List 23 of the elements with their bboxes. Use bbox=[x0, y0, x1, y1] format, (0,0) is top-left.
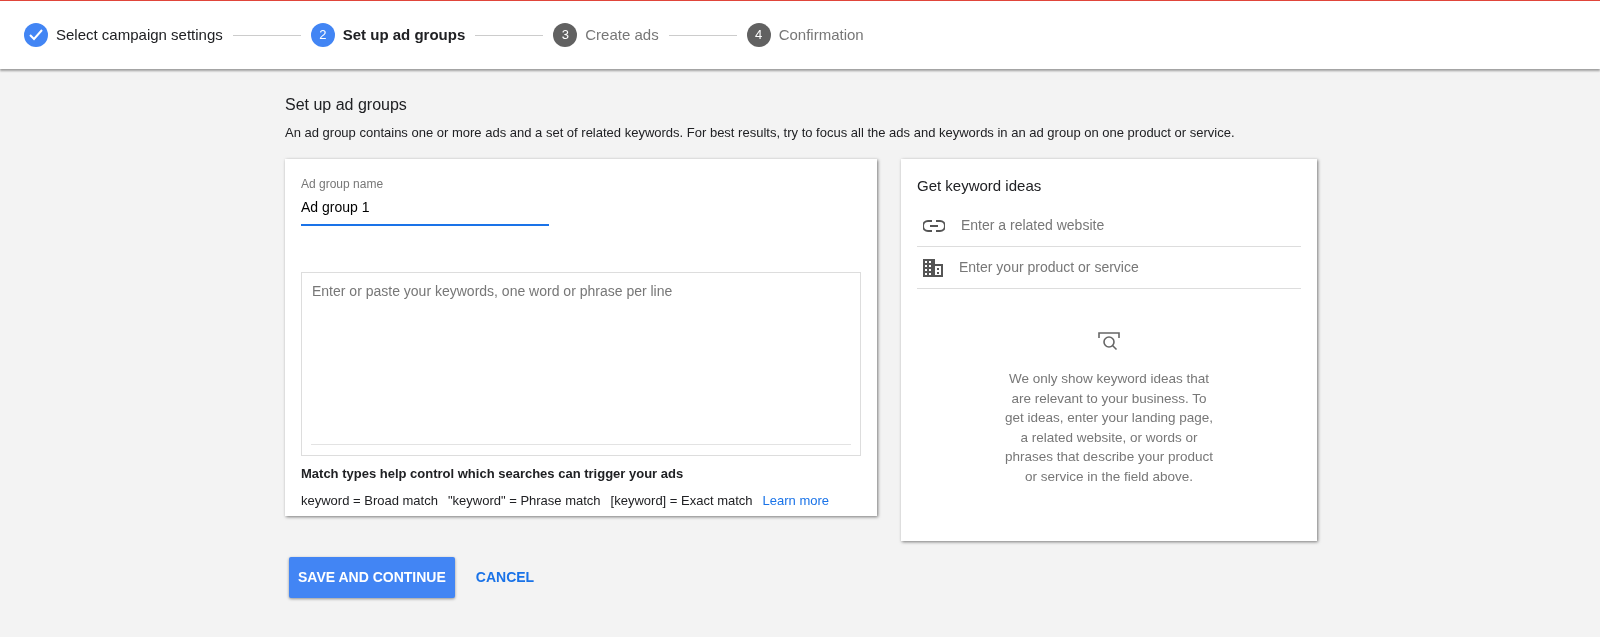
match-type-example: [keyword] = Exact match bbox=[610, 492, 753, 510]
page-title: Set up ad groups bbox=[285, 95, 408, 115]
info-message: We only show keyword ideas that are relevant to your business. To get ideas, enter your landing page, a related website, or words or phrases that describe your product or service in the field above. bbox=[1004, 370, 1214, 486]
link-icon bbox=[923, 219, 945, 232]
field-label: Ad group name bbox=[301, 175, 385, 193]
ad-group-name-field[interactable]: Ad group 1 bbox=[301, 192, 549, 226]
step-number: 3 bbox=[553, 23, 578, 47]
step-label: Set up ad groups bbox=[342, 24, 466, 45]
step-label: Confirmation bbox=[778, 24, 864, 45]
page-description: An ad group contains one or more ads and a set of related keywords. For best results, try to focus all the ads and keywords in an ad group on one product or service. bbox=[285, 124, 1236, 142]
card-title: Get keyword ideas bbox=[917, 175, 1043, 196]
search-icon bbox=[1097, 331, 1121, 353]
learn-more-link[interactable]: Learn more bbox=[762, 491, 830, 511]
match-type-example: "keyword" = Phrase match bbox=[447, 492, 601, 510]
match-type-example: keyword = Broad match bbox=[301, 492, 438, 510]
step-number: 4 bbox=[746, 23, 771, 47]
step-label: Create ads bbox=[585, 24, 659, 45]
building-icon bbox=[923, 258, 943, 277]
save-and-continue-button[interactable]: SAVE AND CONTINUE bbox=[289, 556, 455, 598]
cancel-button[interactable]: CANCEL bbox=[462, 559, 548, 595]
step-number: 2 bbox=[310, 23, 335, 47]
match-types-heading: Match types help control which searches can trigger your ads bbox=[301, 464, 685, 483]
step-label: Select campaign settings bbox=[56, 24, 223, 45]
